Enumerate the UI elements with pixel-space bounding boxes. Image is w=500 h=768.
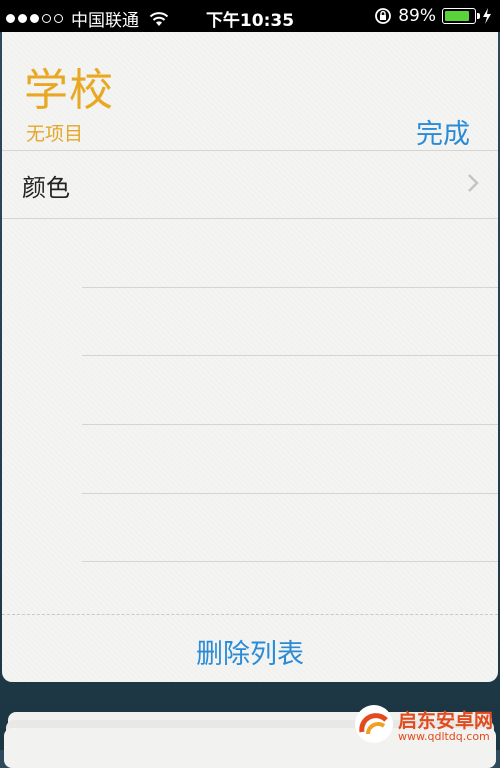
chevron-right-icon <box>468 174 479 192</box>
empty-row-line <box>82 493 498 494</box>
done-button[interactable]: 完成 <box>416 112 470 151</box>
battery-icon <box>442 8 480 24</box>
watermark-logo-icon <box>355 705 393 743</box>
rotation-lock-icon <box>375 8 392 24</box>
watermark-url: www.qdltdq.com <box>398 730 490 743</box>
color-row-label: 颜色 <box>22 174 70 202</box>
empty-row-line <box>82 424 498 425</box>
battery-fill <box>445 11 469 21</box>
empty-row-line <box>82 355 498 356</box>
status-right: 89% <box>374 6 492 26</box>
battery-percent: 89% <box>398 6 436 26</box>
empty-row-line <box>82 287 498 288</box>
empty-row-line <box>82 561 498 562</box>
divider <box>2 218 498 219</box>
charging-icon <box>483 8 491 24</box>
delete-list-button[interactable]: 删除列表 <box>2 632 498 671</box>
list-title: 学校 <box>24 65 114 116</box>
color-row[interactable]: 颜色 <box>2 150 498 218</box>
dashed-divider <box>2 614 498 615</box>
watermark: 启东安卓网 www.qdltdq.com <box>354 704 494 748</box>
item-count-label: 无项目 <box>26 123 84 145</box>
watermark-name: 启东安卓网 <box>398 710 494 732</box>
status-bar: 中国联通 下午10:35 89% <box>0 0 500 32</box>
list-detail-card: 学校 无项目 完成 颜色 删除列表 <box>2 32 498 682</box>
